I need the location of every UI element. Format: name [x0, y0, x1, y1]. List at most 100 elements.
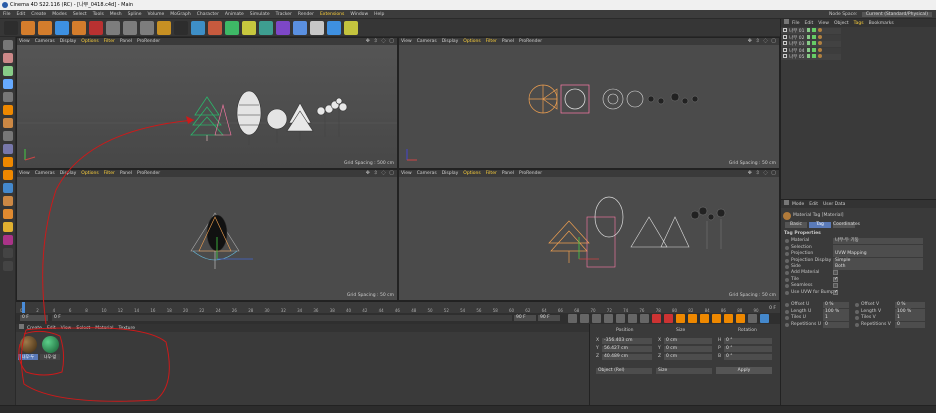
checkbox[interactable] — [833, 289, 838, 295]
subdivision-icon[interactable] — [259, 21, 273, 35]
render-settings-icon[interactable] — [208, 21, 222, 35]
tool-16-icon[interactable] — [3, 235, 13, 245]
menu-window[interactable]: Window — [347, 10, 371, 19]
tool-6-icon[interactable] — [3, 105, 13, 115]
coord-position-field[interactable]: 56.427 cm — [602, 346, 652, 352]
param-value-field[interactable]: 100 % — [895, 308, 925, 315]
param-value-field[interactable]: Simple — [833, 257, 923, 264]
live-select-icon[interactable] — [21, 21, 35, 35]
param-value-field[interactable]: 100 % — [823, 308, 849, 315]
coord-size-field[interactable]: 0 cm — [664, 346, 712, 352]
tab-basic[interactable]: Basic — [785, 222, 807, 228]
tool-4-icon[interactable] — [3, 79, 13, 89]
next-key-icon[interactable] — [628, 314, 637, 323]
object-name[interactable]: 나무 05 — [789, 55, 804, 60]
playhead[interactable] — [22, 302, 25, 313]
deformer-icon[interactable] — [293, 21, 307, 35]
object-row[interactable]: 나무 02 — [781, 34, 841, 41]
tool-15-icon[interactable] — [3, 222, 13, 232]
viewport-menu-cameras[interactable]: Cameras — [35, 171, 55, 176]
object-row[interactable]: 나무 05 — [781, 54, 841, 60]
param-value-field[interactable]: 0 % — [823, 302, 849, 308]
material-tag-icon[interactable] — [818, 28, 823, 32]
viewport-menu-cameras[interactable]: Cameras — [417, 39, 437, 44]
coord-rotation-field[interactable]: 0 ° — [724, 354, 772, 360]
position-key-icon[interactable] — [700, 314, 709, 323]
attr-menu-user-data[interactable]: User Data — [823, 202, 845, 207]
param-value-field[interactable]: Both — [833, 264, 923, 270]
param-anim-dot[interactable] — [785, 316, 789, 320]
coord-rotation-field[interactable]: 0 ° — [724, 338, 772, 344]
light-icon[interactable] — [344, 21, 358, 35]
object-menu-tags[interactable]: Tags — [854, 21, 864, 26]
point-key-icon[interactable] — [748, 314, 757, 323]
visibility-dots-icon[interactable] — [807, 41, 811, 45]
param-anim-dot[interactable] — [855, 316, 859, 320]
checkbox[interactable] — [833, 283, 838, 288]
coord-position-field[interactable]: 40.489 cm — [602, 354, 652, 360]
param-value-field[interactable] — [833, 244, 923, 251]
cloner-icon[interactable] — [276, 21, 290, 35]
menu-edit[interactable]: Edit — [14, 10, 29, 19]
param-anim-dot[interactable] — [785, 284, 789, 288]
material-tag-icon[interactable] — [818, 41, 823, 45]
menu-mograph[interactable]: MoGraph — [167, 10, 193, 19]
param-anim-dot[interactable] — [785, 322, 789, 327]
coord-size-field[interactable]: 0 cm — [664, 338, 712, 344]
visibility-dots-icon[interactable] — [807, 54, 811, 58]
min-frame-field[interactable]: 90 F — [514, 315, 536, 321]
param-anim-dot[interactable] — [785, 252, 789, 256]
object-menu-edit[interactable]: Edit — [805, 21, 814, 26]
attr-menu-edit[interactable]: Edit — [809, 202, 818, 207]
menu-render[interactable]: Render — [295, 10, 317, 19]
scale-key-icon[interactable] — [724, 314, 733, 323]
menu-simulate[interactable]: Simulate — [247, 10, 273, 19]
object-menu-view[interactable]: View — [818, 21, 829, 26]
next-frame-icon[interactable] — [616, 314, 625, 323]
tool-9-icon[interactable] — [3, 144, 13, 154]
viewport-menu-options[interactable]: Options — [81, 171, 98, 176]
viewport-menu-view[interactable]: View — [401, 39, 412, 44]
scale-icon[interactable] — [55, 21, 69, 35]
param-value-field[interactable]: 1 — [823, 315, 849, 321]
tool-5-icon[interactable] — [3, 92, 13, 102]
prev-frame-icon[interactable] — [592, 314, 601, 323]
param-anim-dot[interactable] — [855, 303, 859, 307]
check-icon[interactable] — [812, 34, 817, 39]
render-icon[interactable] — [191, 21, 205, 35]
max-frame-field[interactable]: 90 F — [538, 315, 560, 321]
object-row[interactable]: 나무 04 — [781, 47, 841, 54]
tool-1-icon[interactable] — [3, 40, 13, 50]
param-anim-dot[interactable] — [785, 309, 789, 314]
menu-help[interactable]: Help — [371, 10, 387, 19]
coord-mode-select[interactable]: Object (Rel) — [596, 368, 652, 374]
object-menu-file[interactable]: File — [792, 21, 800, 26]
object-name[interactable]: 나무 03 — [789, 42, 804, 47]
menu-create[interactable]: Create — [28, 10, 49, 19]
timeline-ruler[interactable]: 0246810121416182022242628303234363840424… — [16, 301, 780, 313]
attr-menu-mode[interactable]: Mode — [792, 202, 804, 207]
tab-tag[interactable]: Tag — [809, 222, 831, 228]
tool-8-icon[interactable] — [3, 131, 13, 141]
viewport-menu-cameras[interactable]: Cameras — [417, 171, 437, 176]
viewport-menu-prorender[interactable]: ProRender — [137, 171, 160, 176]
object-row[interactable]: 나무 03 — [781, 41, 841, 47]
timeline-icon[interactable] — [760, 314, 769, 323]
viewport-menu-filter[interactable]: Filter — [486, 39, 497, 44]
object-name[interactable]: 나무 02 — [789, 36, 804, 41]
tool-14-icon[interactable] — [3, 209, 13, 219]
manager-menu-icon[interactable] — [784, 200, 789, 205]
viewport-menu-display[interactable]: Display — [442, 39, 459, 44]
viewport-menu-cameras[interactable]: Cameras — [35, 39, 55, 44]
coord-size-field[interactable]: 0 cm — [664, 354, 712, 360]
check-icon[interactable] — [812, 54, 817, 58]
param-anim-dot[interactable] — [785, 258, 789, 263]
param-anim-dot[interactable] — [855, 322, 859, 327]
rotation-key-icon[interactable] — [712, 314, 721, 323]
object-name[interactable]: 나무 04 — [789, 49, 804, 54]
viewport-menu-display[interactable]: Display — [442, 171, 459, 176]
frame-range-slider[interactable]: 0 F — [52, 315, 512, 321]
viewport-menu-panel[interactable]: Panel — [502, 39, 514, 44]
param-value-field[interactable]: UVW Mapping — [833, 251, 923, 257]
prev-key-icon[interactable] — [580, 314, 589, 323]
